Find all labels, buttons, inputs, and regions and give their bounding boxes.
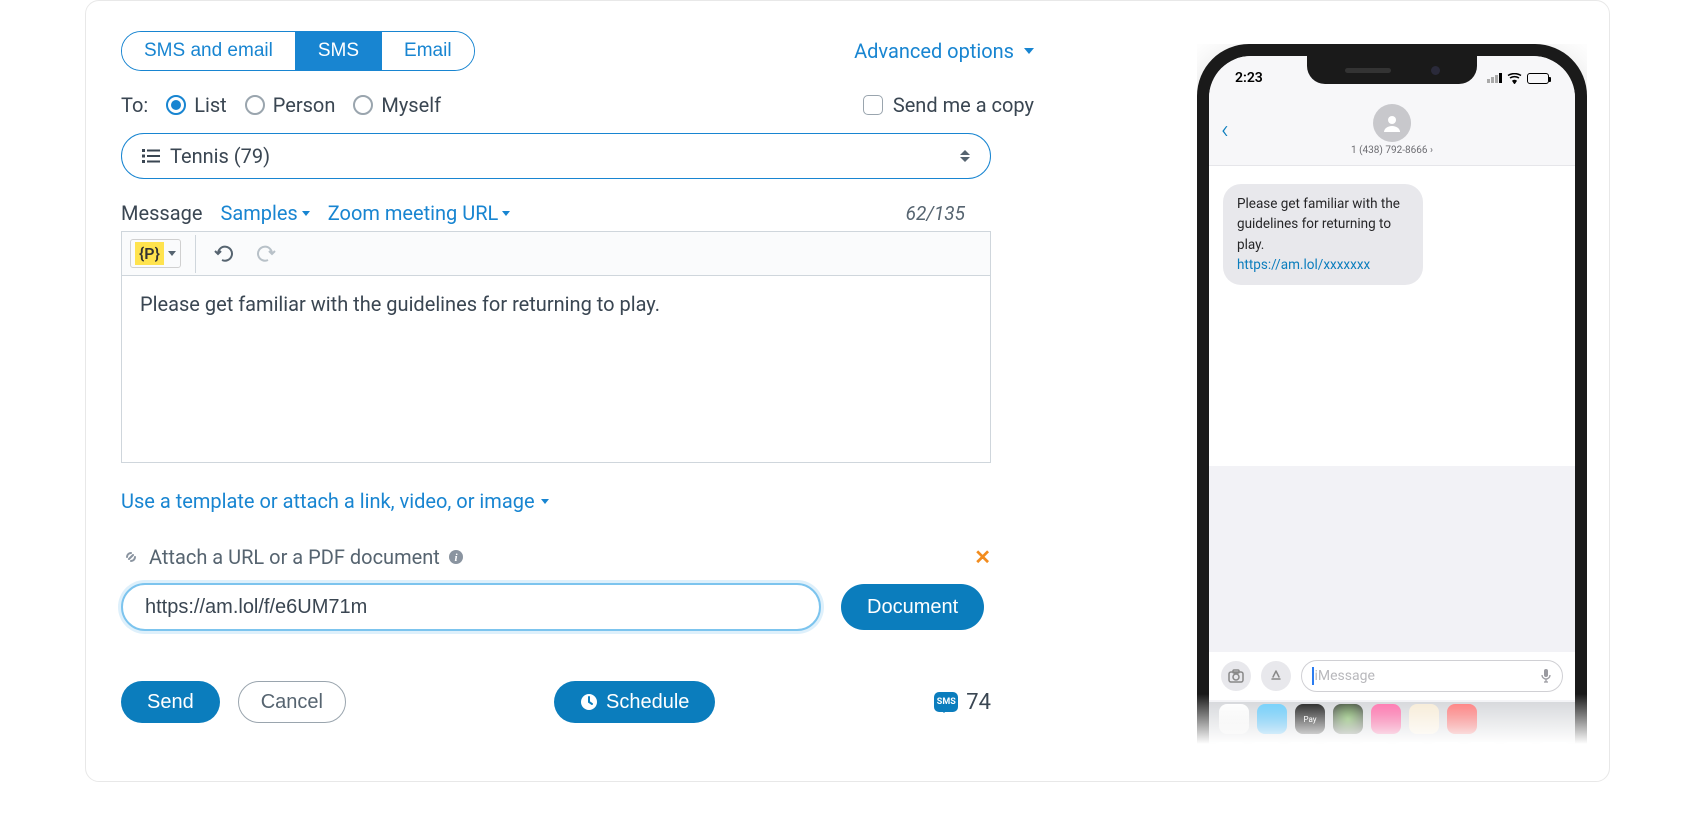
message-textarea[interactable]: Please get familiar with the guidelines …: [122, 276, 990, 462]
sms-remaining: SMS 74: [934, 690, 991, 715]
phone-input: iMessage: [1301, 660, 1563, 692]
message-bubble: Please get familiar with the guidelines …: [1223, 184, 1423, 285]
dropdown-icon: [302, 211, 310, 216]
key: E: [1287, 742, 1318, 744]
document-button[interactable]: Document: [841, 584, 984, 630]
appstore-icon: [1261, 661, 1291, 691]
placeholder-tag: {P}: [135, 242, 164, 265]
phone-number: 1 (438) 792-8666: [1351, 145, 1427, 156]
radio-unchecked-icon: [353, 95, 373, 115]
key: R: [1323, 742, 1354, 744]
message-label: Message: [121, 201, 202, 225]
schedule-label: Schedule: [606, 691, 689, 714]
attach-label: Attach a URL or a PDF document: [149, 545, 440, 569]
key: T: [1359, 742, 1390, 744]
send-copy-label: Send me a copy: [893, 93, 1034, 117]
avatar-icon: [1373, 104, 1411, 142]
editor-toolbar: {P}: [122, 232, 990, 276]
dropdown-icon: [541, 499, 549, 504]
keyboard: QWERTYUIOP ASDFGHJKL: [1209, 736, 1575, 744]
key: P: [1539, 742, 1570, 744]
signal-icon: [1487, 73, 1502, 83]
samples-link[interactable]: Samples: [220, 201, 309, 225]
undo-button[interactable]: [210, 241, 238, 267]
wifi-icon: [1507, 73, 1522, 84]
key: O: [1503, 742, 1534, 744]
tab-email[interactable]: Email: [381, 32, 474, 70]
camera-icon: [1221, 661, 1251, 691]
radio-list-label: List: [194, 93, 227, 117]
radio-unchecked-icon: [245, 95, 265, 115]
key: Y: [1395, 742, 1426, 744]
send-button[interactable]: Send: [121, 681, 220, 723]
placeholder-insert-button[interactable]: {P}: [130, 239, 181, 268]
sms-count-value: 74: [966, 690, 991, 715]
radio-selected-icon: [166, 95, 186, 115]
key: W: [1251, 742, 1282, 744]
app-tray: Pay: [1209, 702, 1575, 736]
back-chevron-icon: ‹: [1221, 115, 1229, 145]
remove-attachment-button[interactable]: ✕: [974, 545, 991, 569]
radio-myself-label: Myself: [381, 93, 441, 117]
tab-sms-email[interactable]: SMS and email: [122, 32, 295, 70]
key: I: [1467, 742, 1498, 744]
dropdown-icon: [168, 251, 176, 256]
schedule-button[interactable]: Schedule: [554, 681, 715, 723]
redo-icon: [256, 245, 276, 263]
clock-icon: [580, 693, 598, 711]
mic-icon: [1540, 668, 1552, 684]
select-toggle-icon: [960, 150, 970, 162]
list-icon: [142, 148, 160, 164]
url-input[interactable]: [121, 583, 821, 631]
char-counter: 62/135: [906, 202, 965, 225]
advanced-options-link[interactable]: Advanced options: [854, 39, 1034, 63]
to-label: To:: [121, 93, 148, 117]
dropdown-icon: [1024, 48, 1034, 54]
info-icon[interactable]: i: [448, 549, 464, 565]
phone-time: 2:23: [1235, 70, 1263, 86]
list-selector-value: Tennis (79): [170, 144, 270, 168]
channel-tabs: SMS and email SMS Email: [121, 31, 475, 71]
message-editor: {P} Please get familiar with the guideli…: [121, 231, 991, 463]
phone-preview: 2:23 ‹ 1 (438) 792-8666 ›: [1197, 44, 1587, 744]
bubble-text: Please get familiar with the guidelines …: [1237, 196, 1400, 253]
key: U: [1431, 742, 1462, 744]
phone-input-placeholder: iMessage: [1315, 668, 1375, 684]
advanced-options-label: Advanced options: [854, 39, 1014, 63]
sms-bubble-icon: SMS: [934, 692, 958, 712]
radio-myself[interactable]: Myself: [353, 93, 441, 117]
samples-label: Samples: [220, 201, 297, 225]
zoom-label: Zoom meeting URL: [328, 201, 499, 225]
radio-person[interactable]: Person: [245, 93, 336, 117]
template-link-label: Use a template or attach a link, video, …: [121, 489, 535, 513]
cancel-button[interactable]: Cancel: [238, 681, 346, 723]
battery-icon: [1527, 73, 1549, 84]
list-selector[interactable]: Tennis (79): [121, 133, 991, 179]
radio-person-label: Person: [273, 93, 336, 117]
undo-icon: [214, 245, 234, 263]
bubble-link: https://am.lol/xxxxxxx: [1237, 255, 1409, 275]
dropdown-icon: [502, 211, 510, 216]
zoom-url-link[interactable]: Zoom meeting URL: [328, 201, 511, 225]
key: Q: [1215, 742, 1246, 744]
redo-button[interactable]: [252, 241, 280, 267]
divider: [195, 235, 196, 273]
tab-sms[interactable]: SMS: [295, 32, 381, 70]
radio-list[interactable]: List: [166, 93, 227, 117]
send-copy-checkbox[interactable]: Send me a copy: [863, 93, 1034, 117]
checkbox-unchecked-icon: [863, 95, 883, 115]
link-icon: [121, 547, 141, 567]
